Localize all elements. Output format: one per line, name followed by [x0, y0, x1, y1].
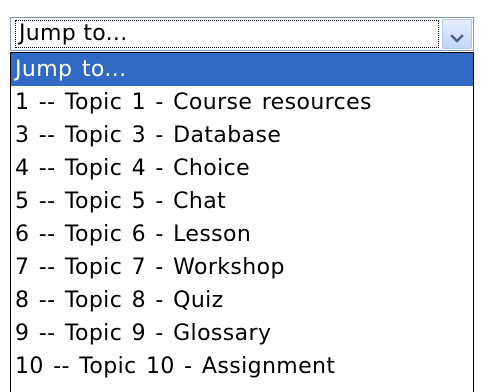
option-jump-to[interactable]: Jump to... — [11, 53, 473, 86]
option-topic-1[interactable]: 1 -- Topic 1 - Course resources — [11, 86, 473, 119]
option-topic-7[interactable]: 7 -- Topic 7 - Workshop — [11, 251, 473, 284]
option-topic-6[interactable]: 6 -- Topic 6 - Lesson — [11, 218, 473, 251]
jump-to-select[interactable]: Jump to... — [10, 17, 474, 51]
option-topic-10[interactable]: 10 -- Topic 10 - Assignment — [11, 350, 473, 383]
option-topic-8[interactable]: 8 -- Topic 8 - Quiz — [11, 284, 473, 317]
option-topic-9[interactable]: 9 -- Topic 9 - Glossary — [11, 317, 473, 350]
select-current-value: Jump to... — [15, 20, 439, 48]
dropdown-button[interactable] — [442, 19, 472, 49]
chevron-down-icon — [450, 29, 464, 43]
option-topic-3[interactable]: 3 -- Topic 3 - Database — [11, 119, 473, 152]
dropdown-options-list[interactable]: Jump to... 1 -- Topic 1 - Course resourc… — [10, 52, 474, 392]
option-topic-4[interactable]: 4 -- Topic 4 - Choice — [11, 152, 473, 185]
option-topic-5[interactable]: 5 -- Topic 5 - Chat — [11, 185, 473, 218]
